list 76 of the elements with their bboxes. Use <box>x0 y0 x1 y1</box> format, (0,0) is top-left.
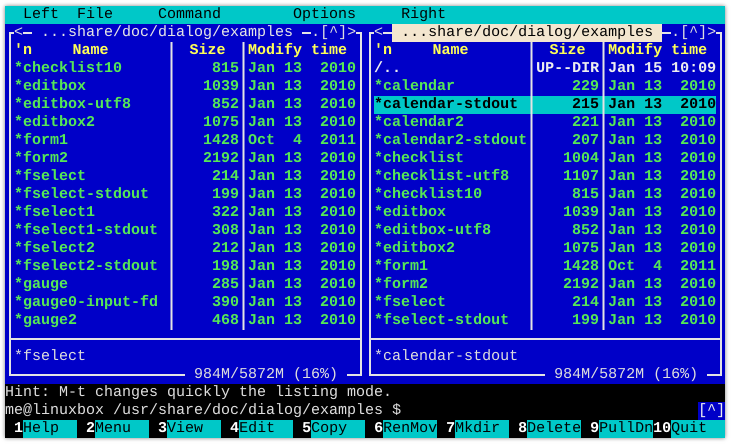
file-name[interactable]: *editbox-utf8 <box>374 222 528 240</box>
column-header[interactable]: Size <box>550 42 586 59</box>
file-name[interactable]: *editbox2 <box>14 114 168 132</box>
function-key-button[interactable]: RenMov <box>383 420 438 438</box>
file-name[interactable]: *checklist <box>374 150 528 168</box>
file-name[interactable]: *editbox <box>14 78 168 96</box>
file-name[interactable]: *form1 <box>14 132 168 150</box>
file-name[interactable]: *editbox <box>374 204 528 222</box>
file-name[interactable]: *fselect-stdout <box>374 312 528 330</box>
sort-indicator[interactable]: 'n <box>14 42 32 60</box>
file-name[interactable]: *fselect2 <box>14 240 168 258</box>
file-name[interactable]: *checklist-utf8 <box>374 168 528 186</box>
key-number: 9 <box>590 420 600 438</box>
file-name[interactable]: *gauge0-input-fd <box>14 294 168 312</box>
key-number: 7 <box>446 420 456 438</box>
file-name[interactable]: *gauge2 <box>14 312 168 330</box>
file-name[interactable]: *form2 <box>14 150 168 168</box>
file-name[interactable]: *calendar <box>374 78 528 96</box>
file-name[interactable]: /.. <box>374 60 528 78</box>
file-name[interactable]: *fselect1-stdout <box>14 222 168 240</box>
menu-item[interactable]: File <box>77 6 114 24</box>
file-name[interactable]: *fselect <box>14 168 168 186</box>
file-name[interactable]: *gauge <box>14 276 168 294</box>
key-number: 4 <box>230 420 240 438</box>
history-button[interactable]: [^] <box>698 402 726 420</box>
key-number: 2 <box>86 420 96 438</box>
command-line[interactable]: me@linuxbox /usr/share/doc/dialog/examples $ <box>5 402 402 420</box>
function-key-button[interactable]: View <box>167 420 222 438</box>
sort-indicator[interactable]: 'n <box>374 42 392 60</box>
key-number: 8 <box>518 420 528 438</box>
key-number: 6 <box>374 420 384 438</box>
disk-usage: 984M/5872M (16%) <box>185 366 348 384</box>
menu-item[interactable]: Right <box>401 6 446 24</box>
panel-menu-button[interactable]: .[^]> <box>311 24 356 42</box>
current-file-name: *fselect <box>14 348 86 366</box>
column-header[interactable]: Name <box>72 42 127 60</box>
file-name[interactable]: *editbox2 <box>374 240 528 258</box>
function-key-button[interactable]: Copy <box>311 420 366 438</box>
column-header[interactable]: Size <box>190 42 226 59</box>
file-size: 215 <box>527 96 600 114</box>
file-name[interactable]: *editbox-utf8 <box>14 96 168 114</box>
hint-text: Hint: M-t changes quickly the listing mode. <box>5 384 392 402</box>
file-name[interactable]: *fselect-stdout <box>14 186 168 204</box>
function-key-button[interactable]: Edit <box>239 420 294 438</box>
function-key-button[interactable]: Help <box>23 420 78 438</box>
panel-title[interactable]: ...share/doc/dialog/examples <box>32 24 302 42</box>
key-number: 10 <box>653 420 672 438</box>
file-name[interactable]: *calendar-stdout <box>374 96 528 114</box>
menu-item[interactable]: Options <box>293 6 356 24</box>
column-header[interactable]: Modify time <box>608 42 708 59</box>
key-number: 5 <box>302 420 312 438</box>
function-key-button[interactable]: Delete <box>527 420 582 438</box>
file-name[interactable]: *fselect <box>374 294 528 312</box>
file-name[interactable]: *fselect2-stdout <box>14 258 168 276</box>
function-key-button[interactable]: Mkdir <box>455 420 510 438</box>
panel-title[interactable]: ...share/doc/dialog/examples <box>392 24 662 42</box>
file-name[interactable]: *fselect1 <box>14 204 168 222</box>
file-name[interactable]: *checklist10 <box>374 186 528 204</box>
key-number: 1 <box>14 420 24 438</box>
column-header[interactable]: Name <box>432 42 487 60</box>
current-file-name: *calendar-stdout <box>374 348 518 366</box>
file-name[interactable]: *form2 <box>374 276 528 294</box>
function-key-button[interactable]: Menu <box>95 420 150 438</box>
key-number: 3 <box>158 420 168 438</box>
file-name[interactable]: *checklist10 <box>14 60 168 78</box>
panel-menu-button[interactable]: .[^]> <box>671 24 716 42</box>
menu-item[interactable]: Left <box>23 6 60 24</box>
function-key-button[interactable]: PullDn <box>599 420 654 438</box>
column-header[interactable]: Modify time <box>248 42 348 59</box>
file-name[interactable]: *form1 <box>374 258 528 276</box>
menu-item[interactable]: Command <box>158 6 222 24</box>
file-name[interactable]: *calendar2 <box>374 114 528 132</box>
disk-usage: 984M/5872M (16%) <box>545 366 708 384</box>
function-key-button[interactable]: Quit <box>671 420 726 438</box>
file-name[interactable]: *calendar2-stdout <box>374 132 528 150</box>
file-date: Jan 13 2010 <box>599 96 716 114</box>
